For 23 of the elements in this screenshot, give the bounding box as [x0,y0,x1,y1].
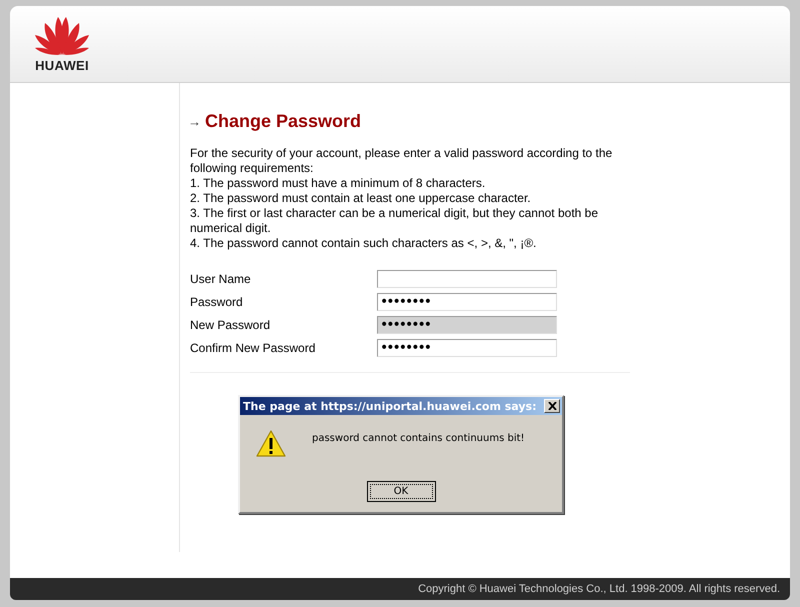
requirement-text: 2. The password must contain at least one uppercase character. [190,191,532,206]
arrow-icon: → [188,114,201,129]
field-label: Password [190,295,244,309]
logo-text: HUAWEI [35,58,89,73]
requirement-text: 3. The first or last character can be a numerical digit, but they cannot both be numerical digit. [190,206,600,236]
requirement-text: 1. The password must have a minimum of 8 characters. [190,176,486,191]
logo-icon [33,15,91,55]
close-button[interactable] [544,399,560,413]
intro-text: For the security of your account, please enter a valid password according to the following requirements: [190,146,614,176]
password-field[interactable]: •••••••• [377,293,557,311]
ok-button[interactable]: OK [366,481,436,502]
field-label: Confirm New Password [190,341,316,355]
close-icon [548,402,556,410]
input-field[interactable] [377,270,557,288]
copyright-text: Copyright © Huawei Technologies Co., Ltd. 1998-2009. All rights reserved. [418,583,780,595]
field-label: New Password [190,318,272,332]
dialog-title: The page at https://uniportal.huawei.com says: [243,400,536,412]
field-label: User Name [190,272,252,286]
requirement-text: 4. The password cannot contain such characters as <, >, &, ", ¡®. [190,236,538,251]
password-field[interactable]: •••••••• [377,339,557,357]
page-title: Change Password [205,111,362,132]
warning-icon [256,430,286,458]
dialog-message: password cannot contains continuums bit! [312,433,525,444]
